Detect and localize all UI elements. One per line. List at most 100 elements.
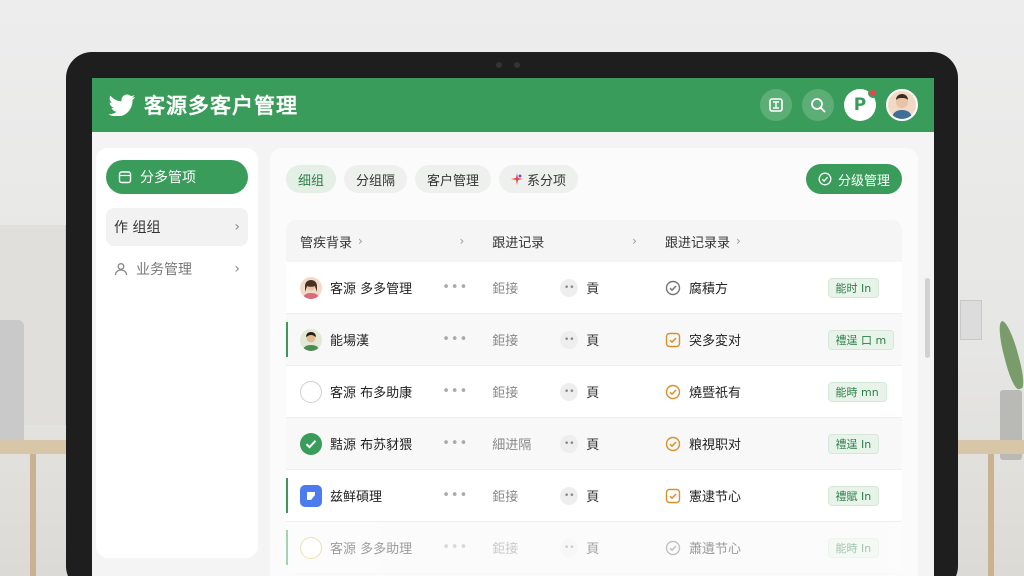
check-circle-icon [665, 280, 681, 295]
column-header-followup[interactable]: 跟进记录 › [478, 232, 651, 251]
tab-label: 系分项 [527, 173, 567, 189]
background-table-leg-right [988, 454, 994, 576]
more-icon[interactable]: ••• [442, 540, 468, 555]
tab-bar: 细组 分组隔 客户管理 系分项 分级管理 [286, 164, 902, 194]
app-screen: 客源多客户管理 P 分多管项 作 组组 › 业务管理 › 细组 分组隔 客户管理… [92, 78, 934, 576]
stage-text: 鉅接 [492, 282, 519, 297]
notification-dot [868, 88, 878, 98]
check-circle-icon [665, 384, 681, 399]
scrollbar[interactable] [925, 278, 930, 358]
customer-name: 客源 布多助康 [330, 386, 413, 401]
check-square-icon [665, 488, 681, 503]
status-badge: 能時 mn [827, 381, 887, 402]
more-icon[interactable]: ••• [442, 280, 468, 295]
sidebar-item-business[interactable]: 业务管理 › [106, 250, 248, 288]
background-monitor [0, 320, 24, 450]
more-dots-icon[interactable]: •• [560, 382, 579, 401]
sidebar-item-group[interactable]: 作 组组 › [106, 208, 248, 246]
status-badge: 禮逞 口 m [827, 329, 895, 350]
background-table-right [954, 440, 1024, 454]
customer-name: 兹鲜碩理 [330, 490, 383, 505]
check-circle-icon [818, 172, 832, 186]
record-text: 突多変对 [688, 334, 741, 349]
tablet-device: 客源多客户管理 P 分多管项 作 组组 › 业务管理 › 细组 分组隔 客户管理… [66, 52, 958, 576]
man-avatar [300, 328, 322, 351]
tab-label: 客户管理 [427, 173, 480, 189]
page-text: 頁 [586, 386, 600, 401]
more-dots-icon[interactable]: •• [560, 330, 579, 349]
level-management-button[interactable]: 分级管理 [805, 164, 902, 194]
tab-subgroup[interactable]: 分组隔 [344, 165, 408, 193]
customer-table: 管疾背录 › › 跟进记录 › 跟进记录录 › 客源 多多管理 ••• 鉅接 •… [286, 220, 902, 574]
chevron-right-icon: › [234, 261, 240, 277]
tab-system[interactable]: 系分项 [499, 165, 579, 193]
more-icon[interactable]: ••• [442, 436, 468, 451]
table-row[interactable]: 黠源 布苏豺猥 ••• 細进隔 •• 頁 粮視职对 禮逞 In [286, 418, 902, 470]
status-badge: 禮賦 In [827, 485, 880, 506]
record-text: 蕭遺节心 [688, 542, 741, 557]
table-header: 管疾背录 › › 跟进记录 › 跟进记录录 › [286, 220, 902, 262]
bird-logo-icon [108, 94, 136, 116]
sidebar-item-label: 业务管理 [136, 262, 192, 278]
main-panel: 细组 分组隔 客户管理 系分项 分级管理 管疾背录 › › 跟进记录 › 跟进记… [270, 148, 918, 576]
page-text: 頁 [586, 542, 600, 557]
customer-name: 客源 多多管理 [330, 282, 413, 297]
more-icon[interactable]: ••• [442, 332, 468, 347]
check-circle-icon [665, 436, 681, 451]
chevron-right-icon: › [632, 234, 637, 248]
woman-avatar [300, 276, 322, 299]
bookmark-icon[interactable] [760, 89, 792, 121]
table-row[interactable]: 客源 多多助理 ••• 鉅接 •• 頁 蕭遺节心 能時 In [286, 522, 902, 574]
camera-dot [496, 62, 502, 68]
p-icon: P [853, 95, 867, 115]
background-plant [995, 319, 1024, 391]
user-icon [114, 263, 128, 276]
stage-text: 鉅接 [492, 490, 519, 505]
tab-label: 分组隔 [356, 173, 396, 189]
table-row[interactable]: 兹鲜碩理 ••• 鉅接 •• 頁 憲逮节心 禮賦 In [286, 470, 902, 522]
column-header-followup-log[interactable]: 跟进记录录 › [651, 232, 828, 251]
tab-customer-management[interactable]: 客户管理 [415, 165, 492, 193]
p-app-button[interactable]: P [844, 88, 878, 121]
more-dots-icon[interactable]: •• [560, 538, 579, 557]
more-dots-icon[interactable]: •• [560, 434, 579, 453]
record-text: 粮視职对 [688, 438, 741, 453]
action-label: 分级管理 [837, 173, 890, 189]
status-badge: 能時 In [827, 537, 880, 558]
sidebar-primary-button[interactable]: 分多管项 [106, 160, 248, 194]
page-text: 頁 [586, 334, 600, 349]
check-circle-icon [665, 540, 681, 555]
page-text: 頁 [586, 438, 600, 453]
background-box [960, 300, 982, 340]
sidebar-primary-label: 分多管项 [140, 170, 196, 186]
more-icon[interactable]: ••• [442, 488, 468, 503]
more-dots-icon[interactable]: •• [560, 486, 579, 505]
sidebar: 分多管项 作 组组 › 业务管理 › [96, 148, 258, 558]
column-header-manager[interactable]: 管疾背录 › › [286, 232, 478, 251]
table-row[interactable]: 能場漢 ••• 鉅接 •• 頁 突多変对 禮逞 口 m [286, 314, 902, 366]
more-icon[interactable]: ••• [442, 384, 468, 399]
table-row[interactable]: 客源 布多助康 ••• 鉅接 •• 頁 燒暨祇有 能時 mn [286, 366, 902, 418]
page-text: 貢 [586, 282, 600, 297]
stage-text: 細进隔 [492, 438, 532, 453]
status-badge: 能时 In [827, 277, 880, 298]
empty-status-icon [300, 536, 322, 559]
user-avatar[interactable] [886, 89, 918, 121]
tab-group[interactable]: 细组 [286, 165, 337, 193]
check-square-icon [665, 332, 681, 347]
check-circle-filled-icon [300, 432, 322, 455]
camera-dot [514, 62, 520, 68]
customer-name: 黠源 布苏豺猥 [330, 438, 413, 453]
search-icon[interactable] [802, 89, 834, 121]
background-table-leg-left [30, 454, 36, 576]
app-header: 客源多客户管理 P [92, 78, 934, 132]
empty-status-icon [300, 380, 322, 403]
stage-text: 鉅接 [492, 334, 519, 349]
table-row[interactable]: 客源 多多管理 ••• 鉅接 •• 貢 腐積方 能时 In [286, 262, 902, 314]
calendar-icon [118, 171, 132, 184]
more-dots-icon[interactable]: •• [560, 278, 579, 297]
stage-text: 鉅接 [492, 386, 519, 401]
customer-name: 客源 多多助理 [330, 542, 413, 557]
tab-label: 细组 [298, 173, 325, 189]
background-table-left [0, 440, 66, 454]
